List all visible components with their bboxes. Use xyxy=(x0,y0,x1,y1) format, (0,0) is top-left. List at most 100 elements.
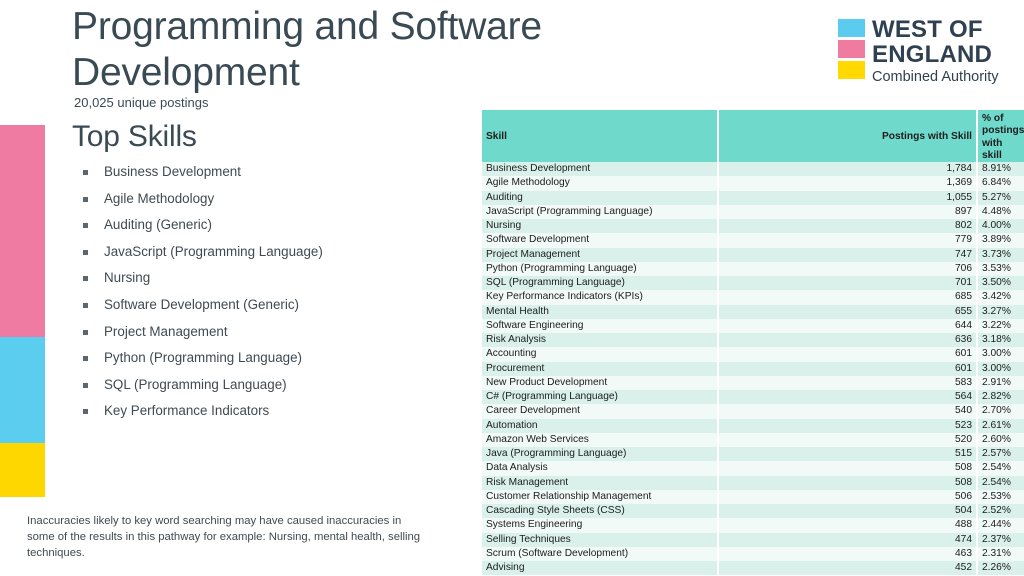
page-subtitle: 20,025 unique postings xyxy=(74,95,209,110)
table-row: C# (Programming Language) 564 2.82% xyxy=(482,390,1024,405)
logo-swatch-3 xyxy=(838,61,865,79)
list-item: Nursing xyxy=(80,265,420,292)
cell-postings-count: 506 xyxy=(718,489,978,505)
bullet-square-icon xyxy=(83,223,88,229)
cell-skill: Systems Engineering xyxy=(482,518,719,533)
cell-postings-pct: 2.31% xyxy=(977,546,1024,562)
cell-postings-pct: 2.37% xyxy=(977,532,1024,547)
table-row: Agile Methodology 1,369 6.84% xyxy=(482,176,1024,191)
cell-skill: Key Performance Indicators (KPIs) xyxy=(482,290,719,305)
table-row: Key Performance Indicators (KPIs) 685 3.42… xyxy=(482,290,1024,305)
cell-postings-pct: 2.70% xyxy=(977,404,1024,419)
cell-postings-pct: 2.52% xyxy=(977,504,1024,519)
list-item-label: Key Performance Indicators xyxy=(104,403,270,419)
cell-skill: C# (Programming Language) xyxy=(482,390,719,405)
table-row: JavaScript (Programming Language) 897 4.48… xyxy=(482,204,1024,220)
table-row: Business Development 1,784 8.91% xyxy=(482,162,1024,177)
list-item-label: SQL (Programming Language) xyxy=(104,376,287,392)
cell-postings-count: 508 xyxy=(718,461,978,476)
cell-postings-pct: 2.54% xyxy=(977,461,1024,476)
cell-postings-count: 701 xyxy=(718,276,978,291)
logo-swatch-2 xyxy=(838,40,865,58)
cell-postings-pct: 8.91% xyxy=(977,162,1024,177)
cell-postings-count: 452 xyxy=(718,561,978,576)
accent-bar-pink xyxy=(0,125,45,337)
accent-bar-blue xyxy=(0,337,45,443)
column-header-pct-postings-with-skill[interactable]: % of postings with skill xyxy=(977,110,1024,163)
cell-skill: SQL (Programming Language) xyxy=(482,276,719,291)
cell-skill: Project Management xyxy=(482,247,719,262)
logo-line-combined-authority: Combined Authority xyxy=(872,69,999,85)
bullet-square-icon xyxy=(83,196,88,202)
table-row: Cascading Style Sheets (CSS) 504 2.52% xyxy=(482,504,1024,519)
table-row: Nursing 802 4.00% xyxy=(482,219,1024,234)
bullet-square-icon xyxy=(83,356,88,362)
cell-skill: Business Development xyxy=(482,162,719,177)
cell-postings-count: 520 xyxy=(718,432,978,448)
table-row: Career Development 540 2.70% xyxy=(482,404,1024,419)
list-item: Software Development (Generic) xyxy=(80,292,420,319)
slide-canvas: Programming and Software Development 20,… xyxy=(0,0,1024,576)
list-item: Agile Methodology xyxy=(80,186,420,213)
table-row: SQL (Programming Language) 701 3.50% xyxy=(482,276,1024,291)
cell-postings-pct: 2.61% xyxy=(977,418,1024,433)
cell-postings-pct: 3.42% xyxy=(977,290,1024,305)
footnote-text: Inaccuracies likely to key word searchin… xyxy=(27,515,421,559)
list-item-label: Python (Programming Language) xyxy=(104,350,302,366)
top-skills-list: Business Development Agile Methodology Aud… xyxy=(80,159,420,425)
cell-postings-count: 897 xyxy=(718,204,978,220)
cell-skill: Nursing xyxy=(482,219,719,234)
cell-postings-count: 644 xyxy=(718,318,978,334)
cell-postings-pct: 4.48% xyxy=(977,204,1024,220)
cell-skill: Data Analysis xyxy=(482,461,719,476)
column-header-postings-with-skill[interactable]: Postings with Skill xyxy=(718,110,978,163)
cell-postings-count: 564 xyxy=(718,390,978,405)
cell-postings-count: 474 xyxy=(718,532,978,547)
list-item-label: Software Development (Generic) xyxy=(104,296,299,312)
table-row: Software Engineering 644 3.22% xyxy=(482,318,1024,334)
list-item: Auditing (Generic) xyxy=(80,212,420,239)
table-row: Data Analysis 508 2.54% xyxy=(482,461,1024,476)
list-item: Project Management xyxy=(80,319,420,346)
cell-postings-pct: 2.54% xyxy=(977,475,1024,490)
cell-postings-pct: 3.22% xyxy=(977,318,1024,334)
cell-postings-pct: 2.82% xyxy=(977,390,1024,405)
bullet-square-icon xyxy=(83,409,88,415)
cell-postings-count: 463 xyxy=(718,546,978,562)
table-row: Automation 523 2.61% xyxy=(482,418,1024,433)
logo-swatch-stack xyxy=(838,19,865,82)
accent-bar-yellow xyxy=(0,443,45,497)
list-item-label: Agile Methodology xyxy=(104,190,215,206)
logo-wordmark: WEST OF ENGLAND Combined Authority xyxy=(872,17,999,86)
table-row: Mental Health 655 3.27% xyxy=(482,304,1024,319)
cell-postings-count: 706 xyxy=(718,261,978,277)
cell-postings-count: 685 xyxy=(718,290,978,305)
bullet-square-icon xyxy=(83,170,88,175)
cell-postings-pct: 4.00% xyxy=(977,219,1024,234)
logo-line-england: ENGLAND xyxy=(872,41,993,68)
cell-skill: Mental Health xyxy=(482,304,719,319)
cell-postings-pct: 2.91% xyxy=(977,375,1024,391)
table-row: Systems Engineering 488 2.44% xyxy=(482,518,1024,533)
cell-skill: New Product Development xyxy=(482,375,719,391)
cell-postings-count: 601 xyxy=(718,361,978,376)
cell-postings-pct: 2.26% xyxy=(977,561,1024,576)
cell-skill: Agile Methodology xyxy=(482,176,719,191)
cell-postings-count: 540 xyxy=(718,404,978,419)
cell-postings-pct: 2.53% xyxy=(977,489,1024,505)
list-item-label: Nursing xyxy=(104,270,151,286)
bullet-square-icon xyxy=(83,276,88,282)
cell-skill: Software Engineering xyxy=(482,318,719,334)
list-item: Python (Programming Language) xyxy=(80,345,420,372)
bullet-square-icon xyxy=(83,382,88,388)
cell-postings-pct: 3.00% xyxy=(977,347,1024,362)
cell-postings-count: 655 xyxy=(718,304,978,319)
cell-postings-pct: 3.00% xyxy=(977,361,1024,376)
cell-postings-pct: 3.18% xyxy=(977,333,1024,348)
table-row: Amazon Web Services 520 2.60% xyxy=(482,432,1024,448)
cell-postings-pct: 3.53% xyxy=(977,261,1024,277)
list-item-label: Auditing (Generic) xyxy=(104,217,212,233)
column-header-skill[interactable]: Skill xyxy=(482,110,719,163)
table-row: Selling Techniques 474 2.37% xyxy=(482,532,1024,547)
cell-postings-pct: 2.44% xyxy=(977,518,1024,533)
